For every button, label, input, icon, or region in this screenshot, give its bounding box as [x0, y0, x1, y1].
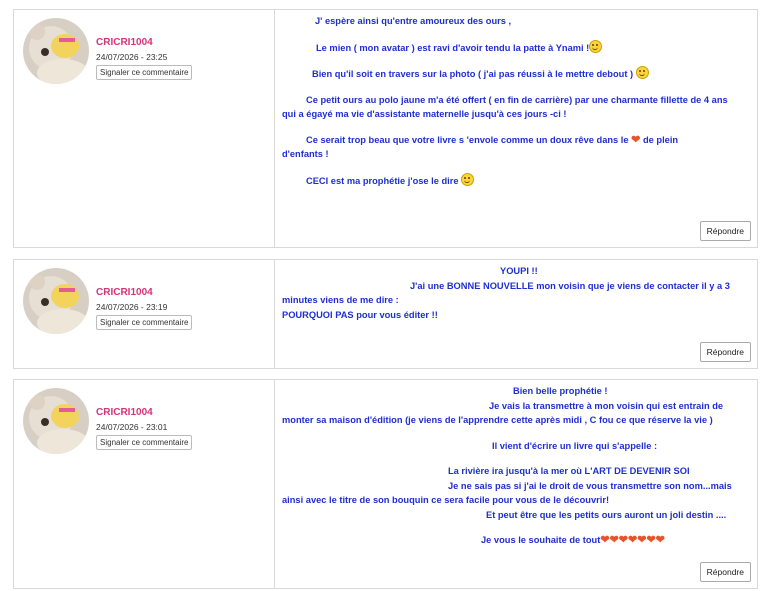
comment-author-panel: CRICRI1004 24/07/2026 - 23:25 Signaler c… [14, 10, 275, 247]
comment-username[interactable]: CRICRI1004 [96, 37, 153, 48]
reply-button[interactable]: Répondre [699, 342, 751, 362]
heart-icon: ❤ [628, 534, 638, 546]
report-comment-button[interactable]: Signaler ce commentaire [96, 315, 193, 330]
comment-line: POURQUOI PAS pour vous éditer !! [282, 309, 438, 320]
reply-button[interactable]: Répondre [699, 221, 751, 241]
comment-line: Ce serait trop beau que votre livre s 'e… [282, 133, 752, 148]
comment-line: Ce petit ours au polo jaune m'a été offe… [306, 94, 728, 105]
comment-line: d'enfants ! [282, 149, 329, 159]
smiley-icon [461, 172, 475, 186]
avatar[interactable] [23, 268, 89, 334]
heart-icon: ❤ [646, 534, 656, 546]
comment-line: monter sa maison d'édition (je viens de … [282, 415, 713, 425]
comment-username[interactable]: CRICRI1004 [96, 407, 153, 418]
comment-line-text: Je vous le souhaite de tout [481, 535, 601, 545]
heart-icon: ❤ [618, 534, 628, 546]
comment-username[interactable]: CRICRI1004 [96, 287, 153, 298]
comment-card: CRICRI1004 24/07/2026 - 23:19 Signaler c… [13, 259, 758, 369]
heart-icon: ❤ [637, 534, 647, 546]
comment-line: Bien qu'il soit en travers sur la photo … [282, 66, 752, 82]
reply-button[interactable]: Répondre [699, 562, 751, 582]
comment-line: Je vais la transmettre à mon voisin qui … [489, 400, 724, 411]
comment-line: Le mien ( mon avatar ) est ravi d'avoir … [282, 39, 752, 56]
comment-line-text: Bien qu'il soit en travers sur la photo … [312, 69, 634, 79]
comment-line: YOUPI !! [500, 266, 538, 276]
smiley-icon [589, 39, 603, 53]
comment-text: Bien belle prophétie ! Je vais la transm… [282, 384, 752, 548]
comment-card: CRICRI1004 24/07/2026 - 23:25 Signaler c… [13, 9, 758, 248]
comment-date: 24/07/2026 - 23:01 [96, 422, 168, 432]
teddy-bear-avatar-image [23, 388, 89, 454]
comment-line: J'ai une BONNE NOUVELLE mon voisin que j… [410, 280, 730, 291]
comment-author-panel: CRICRI1004 24/07/2026 - 23:01 Signaler c… [14, 380, 275, 588]
comment-date: 24/07/2026 - 23:19 [96, 302, 168, 312]
teddy-bear-avatar-image [23, 18, 89, 84]
comment-date: 24/07/2026 - 23:25 [96, 52, 168, 62]
heart-icon: ❤ [631, 133, 641, 146]
comment-line: minutes viens de me dire : [282, 295, 399, 305]
comment-body: J' espère ainsi qu'entre amoureux des ou… [275, 10, 757, 247]
comment-text: YOUPI !! J'ai une BONNE NOUVELLE mon voi… [282, 264, 752, 322]
comment-line: Je vous le souhaite de tout❤❤❤❤❤❤❤ [282, 533, 752, 548]
comment-line: qui a égayé ma vie d'assistante maternel… [282, 109, 567, 119]
comment-body: Bien belle prophétie ! Je vais la transm… [275, 380, 757, 588]
report-comment-button[interactable]: Signaler ce commentaire [96, 435, 193, 450]
comment-line: Et peut être que les petits ours auront … [486, 509, 727, 520]
avatar[interactable] [23, 18, 89, 84]
heart-icon: ❤ [600, 534, 610, 546]
comment-line: ainsi avec le titre de son bouquin ce se… [282, 495, 610, 505]
comment-line: Bien belle prophétie ! [513, 386, 608, 396]
comment-line-text: Ce serait trop beau que votre livre s 'e… [306, 134, 629, 145]
avatar[interactable] [23, 388, 89, 454]
report-comment-button[interactable]: Signaler ce commentaire [96, 65, 193, 80]
smiley-icon [635, 66, 649, 79]
comment-line-text: de plein [642, 134, 679, 145]
comment-line: Il vient d'écrire un livre qui s'appelle… [492, 440, 658, 451]
comment-text: J' espère ainsi qu'entre amoureux des ou… [282, 14, 752, 188]
comment-line: La rivière ira jusqu'à la mer où L'ART D… [448, 466, 690, 476]
comment-line-text: Le mien ( mon avatar ) est ravi d'avoir … [316, 42, 590, 53]
comment-line: CECI est ma prophétie j'ose le dire [282, 172, 752, 189]
comment-line-text: CECI est ma prophétie j'ose le dire [306, 175, 459, 186]
comment-card: CRICRI1004 24/07/2026 - 23:01 Signaler c… [13, 379, 758, 589]
heart-icon: ❤ [609, 534, 619, 546]
comment-line: J' espère ainsi qu'entre amoureux des ou… [315, 16, 512, 26]
teddy-bear-avatar-image [23, 268, 89, 334]
heart-icon: ❤ [655, 534, 665, 546]
comment-body: YOUPI !! J'ai une BONNE NOUVELLE mon voi… [275, 260, 757, 368]
comment-line: Je ne sais pas si j'ai le droit de vous … [448, 480, 732, 491]
comment-author-panel: CRICRI1004 24/07/2026 - 23:19 Signaler c… [14, 260, 275, 368]
